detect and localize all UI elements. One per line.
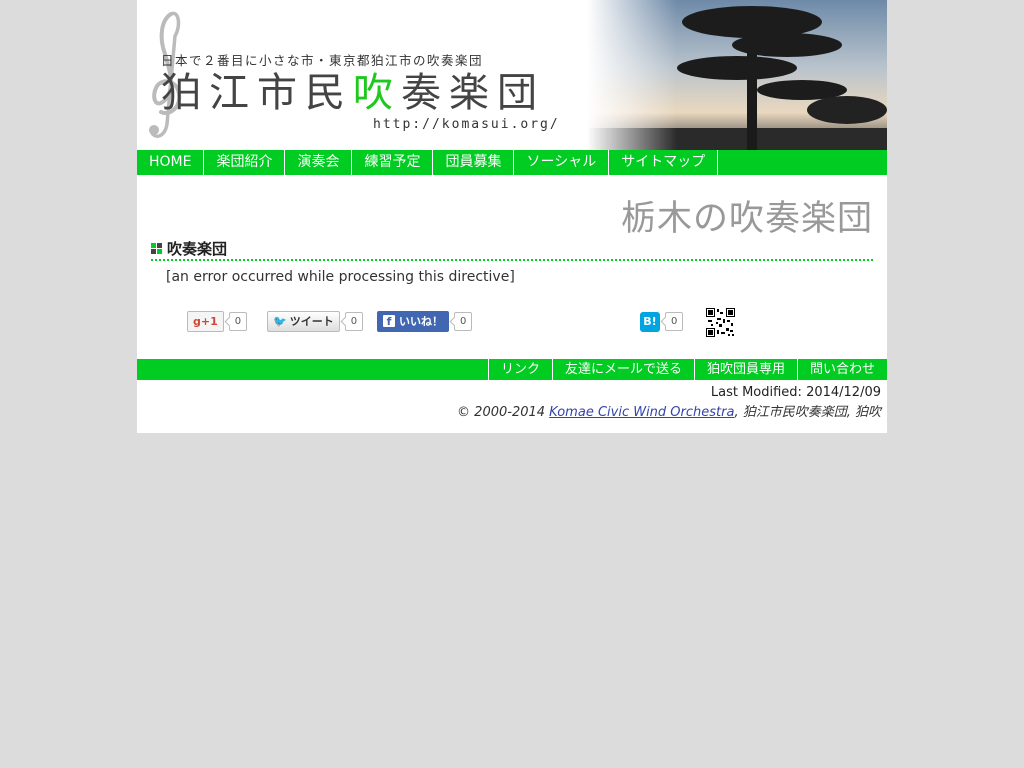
gplus-count: 0 xyxy=(228,312,248,331)
hatena-count: 0 xyxy=(665,312,684,331)
copyright-suffix: , 狛江市民吹奏楽団, 狛吹 xyxy=(734,405,881,420)
like-label: いいね！ xyxy=(399,315,443,328)
gplus-button[interactable]: g+1 xyxy=(187,311,224,332)
tweet-label: ツイート xyxy=(289,315,334,328)
copyright-link[interactable]: Komae Civic Wind Orchestra xyxy=(549,405,734,420)
org-name-accent: 吹 xyxy=(353,70,401,116)
last-modified: Last Modified: 2014/12/09 xyxy=(710,385,881,400)
tweet-count: 0 xyxy=(344,312,364,331)
grid-bullet-icon xyxy=(151,243,162,254)
facebook-icon: f xyxy=(383,315,395,328)
nav-item-social[interactable]: ソーシャル xyxy=(514,150,610,175)
org-name-part2: 奏楽団 xyxy=(401,70,545,116)
nav-item-about[interactable]: 楽団紹介 xyxy=(204,150,286,175)
footer-link-email-friend[interactable]: 友達にメールで送る xyxy=(551,359,694,380)
header-photo xyxy=(587,0,887,150)
page-container: 日本で２番目に小さな市・東京都狛江市の吹奏楽団 狛江市民吹奏楽団 http://… xyxy=(137,0,887,433)
nav-item-concerts[interactable]: 演奏会 xyxy=(285,150,353,175)
site-logo-title[interactable]: 狛江市民吹奏楽団 xyxy=(161,68,545,118)
copyright: © 2000-2014 Komae Civic Wind Orchestra, … xyxy=(457,401,881,420)
org-name-part1: 狛江市民 xyxy=(161,70,353,116)
section-heading: 吹奏楽団 xyxy=(151,237,873,261)
twitter-bird-icon: 🐦 xyxy=(273,315,287,328)
main-navigation: HOME 楽団紹介 演奏会 練習予定 団員募集 ソーシャル サイトマップ xyxy=(137,150,887,175)
facebook-like-widget: f いいね！ 0 xyxy=(377,311,473,332)
tweet-button[interactable]: 🐦 ツイート xyxy=(267,311,340,332)
gplus-icon: g xyxy=(193,315,201,328)
facebook-like-button[interactable]: f いいね！ xyxy=(377,311,449,332)
site-tagline: 日本で２番目に小さな市・東京都狛江市の吹奏楽団 xyxy=(161,53,484,68)
gplus-label: +1 xyxy=(200,315,218,328)
hatena-bookmark-button[interactable]: B! xyxy=(640,311,660,332)
hatena-bookmark-widget: B! 0 xyxy=(640,311,684,332)
nav-item-home[interactable]: HOME xyxy=(137,150,205,175)
qr-code-icon[interactable] xyxy=(706,308,735,337)
gplus-widget: g+1 0 xyxy=(187,311,248,332)
copyright-prefix: © 2000-2014 xyxy=(457,405,550,420)
footer-link-links[interactable]: リンク xyxy=(487,359,552,380)
footer-link-contact[interactable]: 問い合わせ xyxy=(796,359,887,380)
tweet-widget: 🐦 ツイート 0 xyxy=(267,311,364,332)
page-title: 栃木の吹奏楽団 xyxy=(620,199,873,239)
nav-item-recruitment[interactable]: 団員募集 xyxy=(433,150,515,175)
footer-navigation: リンク 友達にメールで送る 狛吹団員専用 問い合わせ xyxy=(137,359,887,380)
site-header: 日本で２番目に小さな市・東京都狛江市の吹奏楽団 狛江市民吹奏楽団 http://… xyxy=(137,0,887,150)
like-count: 0 xyxy=(454,312,473,331)
nav-item-practice-schedule[interactable]: 練習予定 xyxy=(352,150,434,175)
section-heading-text: 吹奏楽団 xyxy=(167,240,228,258)
site-url: http://komasui.org/ xyxy=(373,117,560,132)
footer-link-members-only[interactable]: 狛吹団員専用 xyxy=(693,359,797,380)
error-message: [an error occurred while processing this… xyxy=(166,269,515,285)
nav-item-sitemap[interactable]: サイトマップ xyxy=(609,150,719,175)
